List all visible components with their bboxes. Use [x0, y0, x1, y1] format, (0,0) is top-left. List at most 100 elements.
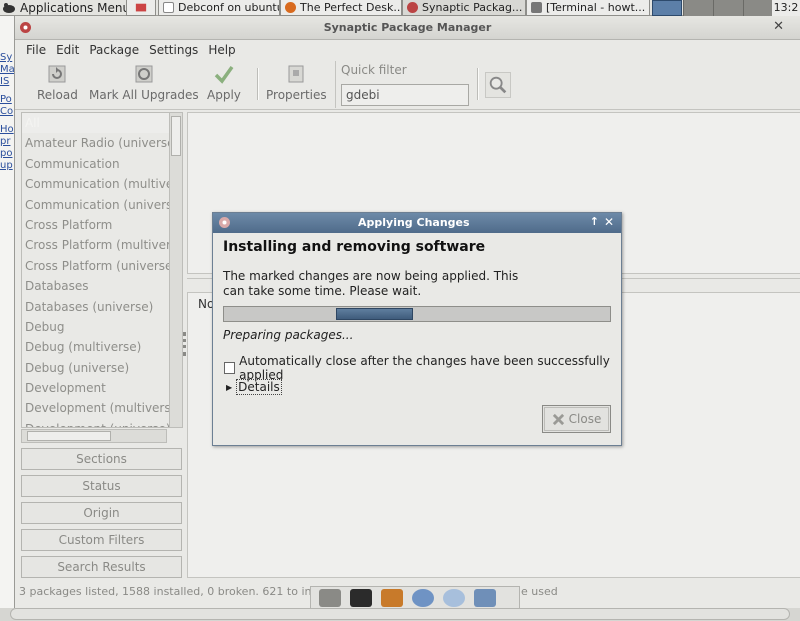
task-synaptic[interactable]: Synaptic Packag...	[402, 0, 526, 16]
desktop-icon	[135, 3, 147, 12]
category-item[interactable]: Development (multiverse)	[22, 398, 176, 418]
firefox-icon	[285, 2, 296, 13]
applications-menu-button[interactable]: Applications Menu	[2, 0, 130, 16]
search-results-button[interactable]: Search Results	[21, 556, 182, 578]
window-close-icon[interactable]: ✕	[773, 19, 784, 34]
progress-fill	[336, 308, 413, 320]
scrollbar-thumb[interactable]	[171, 116, 181, 156]
applications-menu-label: Applications Menu	[20, 1, 131, 15]
toolbar-separator	[477, 68, 479, 100]
category-item[interactable]: Amateur Radio (universe)	[22, 133, 176, 153]
toolbar: Reload Mark All Upgrades Apply Propertie…	[15, 60, 800, 110]
browser-icon[interactable]	[412, 589, 434, 607]
menu-help[interactable]: Help	[203, 43, 240, 57]
xfce-logo-icon	[3, 3, 15, 13]
menu-edit[interactable]: Edit	[51, 43, 84, 57]
workspace-3[interactable]	[713, 0, 743, 16]
reload-label: Reload	[37, 88, 78, 102]
close-button[interactable]: Close	[542, 405, 611, 433]
dialog-titlebar[interactable]: Applying Changes ↑ ✕	[213, 213, 621, 233]
task-label: Debconf on ubuntu	[178, 1, 280, 14]
sections-button[interactable]: Sections	[21, 448, 182, 470]
menu-package[interactable]: Package	[84, 43, 144, 57]
workspace-2[interactable]	[683, 0, 713, 16]
category-item[interactable]: Development (universe)	[22, 419, 176, 427]
search-icon	[489, 76, 507, 94]
task-debconf[interactable]: Debconf on ubuntu	[158, 0, 280, 16]
task-label: [Terminal - howt...	[546, 1, 646, 14]
close-icon	[552, 413, 564, 425]
category-item[interactable]: Communication	[22, 154, 176, 174]
category-list[interactable]: All Amateur Radio (universe) Communicati…	[21, 112, 177, 428]
mark-upgrades-icon	[135, 65, 153, 83]
custom-filters-button[interactable]: Custom Filters	[21, 529, 182, 551]
folder-icon[interactable]	[474, 589, 496, 607]
synaptic-icon	[219, 217, 230, 228]
close-label: Close	[568, 412, 602, 426]
progress-bar	[223, 306, 611, 322]
quick-filter-input[interactable]	[341, 84, 469, 106]
reload-icon	[48, 65, 66, 83]
mark-all-upgrades-button[interactable]: Mark All Upgrades	[89, 64, 199, 102]
status-button[interactable]: Status	[21, 475, 182, 497]
category-item[interactable]: Cross Platform (universe)	[22, 256, 176, 276]
terminal-icon[interactable]	[350, 589, 372, 607]
menu-settings[interactable]: Settings	[144, 43, 203, 57]
category-vertical-scrollbar[interactable]	[169, 112, 183, 428]
file-manager-icon[interactable]	[381, 589, 403, 607]
bottom-panel	[10, 608, 790, 620]
details-label: Details	[236, 379, 282, 395]
synaptic-icon	[407, 2, 418, 13]
search-button[interactable]	[485, 72, 511, 98]
dialog-title: Applying Changes	[358, 216, 470, 229]
quick-filter-label: Quick filter	[341, 63, 407, 77]
search-icon[interactable]	[443, 589, 465, 607]
status-text-tail: e used	[521, 585, 558, 598]
details-expander[interactable]: ▶ Details	[226, 379, 282, 395]
terminal-icon	[531, 2, 542, 13]
category-item[interactable]: All	[22, 113, 176, 134]
category-item[interactable]: Communication (multivers	[22, 174, 176, 194]
properties-icon	[288, 65, 304, 83]
auto-close-checkbox[interactable]: Automatically close after the changes ha…	[224, 354, 621, 382]
category-item[interactable]: Communication (universe)	[22, 195, 176, 215]
category-item[interactable]: Databases (universe)	[22, 297, 176, 317]
show-desktop-button[interactable]	[126, 0, 156, 16]
category-item[interactable]: Cross Platform (multiverse	[22, 235, 176, 255]
category-item[interactable]: Debug	[22, 317, 176, 337]
category-horizontal-scrollbar[interactable]	[21, 429, 167, 443]
properties-label: Properties	[266, 88, 327, 102]
category-item[interactable]: Cross Platform	[22, 215, 176, 235]
category-item[interactable]: Databases	[22, 276, 176, 296]
task-firefox[interactable]: The Perfect Desk...	[280, 0, 402, 16]
status-bar: 3 packages listed, 1588 installed, 0 bro…	[19, 582, 558, 602]
properties-button[interactable]: Properties	[266, 64, 327, 102]
category-item[interactable]: Debug (multiverse)	[22, 337, 176, 357]
roll-up-icon[interactable]: ↑	[590, 215, 599, 228]
document-icon	[163, 2, 174, 13]
pane-resize-handle[interactable]	[183, 332, 186, 356]
checkbox-box[interactable]	[224, 362, 236, 374]
menu-file[interactable]: File	[21, 43, 51, 57]
dock	[310, 586, 520, 610]
apply-label: Apply	[207, 88, 241, 102]
workspace-1[interactable]	[652, 0, 682, 16]
window-title: Synaptic Package Manager	[323, 21, 492, 34]
dialog-close-icon[interactable]: ✕	[604, 215, 614, 229]
reload-button[interactable]: Reload	[37, 64, 78, 102]
scrollbar-thumb[interactable]	[27, 431, 111, 441]
window-titlebar[interactable]: Synaptic Package Manager ✕	[15, 16, 800, 40]
applying-changes-dialog: Applying Changes ↑ ✕ Installing and remo…	[212, 212, 622, 446]
task-terminal[interactable]: [Terminal - howt...	[526, 0, 650, 16]
category-item[interactable]: Debug (universe)	[22, 358, 176, 378]
workspace-4[interactable]	[743, 0, 773, 16]
hard-drive-icon[interactable]	[319, 589, 341, 607]
category-item[interactable]: Development	[22, 378, 176, 398]
menu-bar: File Edit Package Settings Help	[15, 40, 800, 60]
clock: 13:2	[772, 0, 800, 16]
status-text: 3 packages listed, 1588 installed, 0 bro…	[19, 585, 322, 598]
apply-button[interactable]: Apply	[207, 64, 241, 102]
background-window-strip: Sy Ma IS Po Co Ho pr po up	[0, 16, 14, 608]
dialog-message: The marked changes are now being applied…	[223, 269, 519, 298]
origin-button[interactable]: Origin	[21, 502, 182, 524]
